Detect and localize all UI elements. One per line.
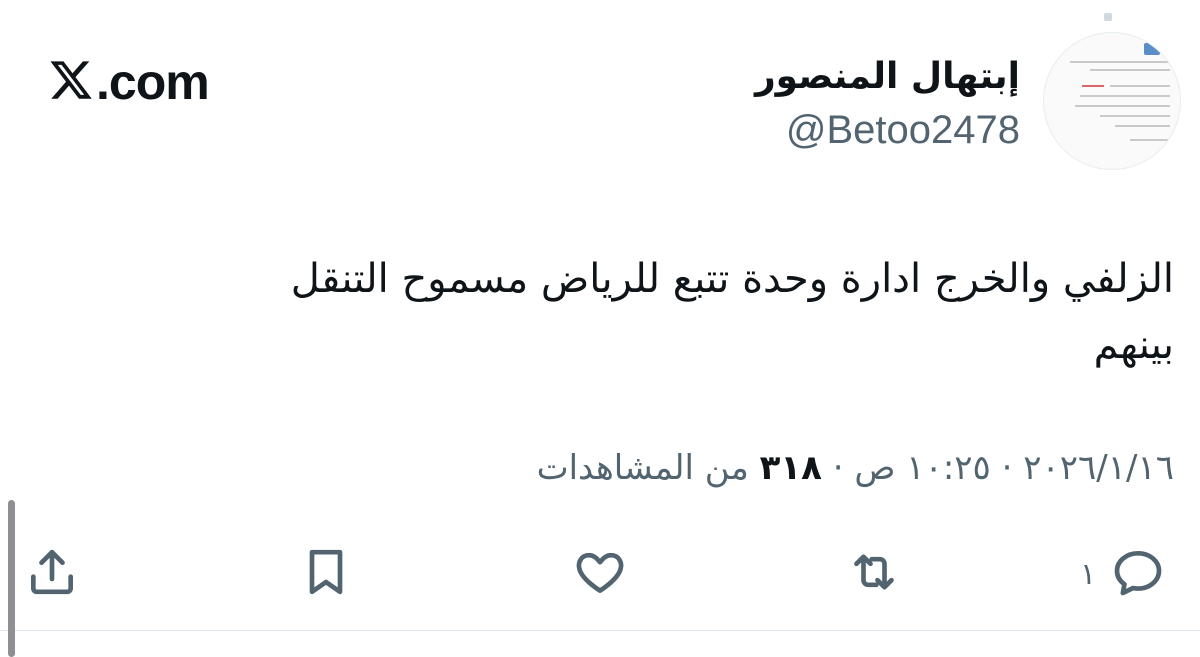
tweet-text: الزلفي والخرج ادارة وحدة تتبع للرياض مسم… <box>24 246 1174 378</box>
tweet-text-line: بينهم <box>1093 322 1174 368</box>
top-indicator <box>1104 13 1112 21</box>
tweet-date[interactable]: ٢٠٢٦/١/١٦ <box>1023 448 1174 488</box>
bookmark-button[interactable] <box>298 544 354 604</box>
scrollbar[interactable] <box>8 500 15 657</box>
x-logo-icon <box>48 57 94 107</box>
reply-count: ١ <box>1080 556 1097 592</box>
tweet-meta: ٢٠٢٦/١/١٦ · ١٠:٢٥ ص · ٣١٨ من المشاهدات <box>537 448 1174 488</box>
tweet-text-line: الزلفي والخرج ادارة وحدة تتبع للرياض مسم… <box>290 256 1174 302</box>
divider <box>0 630 1200 631</box>
retweet-button[interactable] <box>846 544 902 604</box>
action-bar: ١ <box>0 530 1200 620</box>
tweet-time[interactable]: ١٠:٢٥ ص <box>854 448 990 488</box>
share-button[interactable] <box>24 544 80 604</box>
meta-separator: · <box>832 448 844 488</box>
bookmark-icon <box>298 544 354 604</box>
reply-icon <box>1110 544 1166 604</box>
views-count[interactable]: ٣١٨ <box>760 448 822 488</box>
x-site-logo: .com <box>48 52 210 112</box>
user-display-name[interactable]: إبتهال المنصور <box>755 56 1020 97</box>
views-label: من المشاهدات <box>536 448 749 488</box>
avatar-document-image <box>1062 41 1174 161</box>
retweet-icon <box>846 544 902 604</box>
site-domain: .com <box>96 54 210 110</box>
share-icon <box>24 544 80 604</box>
meta-separator: · <box>1001 448 1013 488</box>
like-button[interactable] <box>572 544 628 604</box>
user-handle[interactable]: @Betoo2478 <box>786 108 1020 153</box>
avatar[interactable] <box>1043 32 1181 170</box>
like-icon <box>572 544 628 604</box>
reply-button[interactable]: ١ <box>1080 544 1166 604</box>
